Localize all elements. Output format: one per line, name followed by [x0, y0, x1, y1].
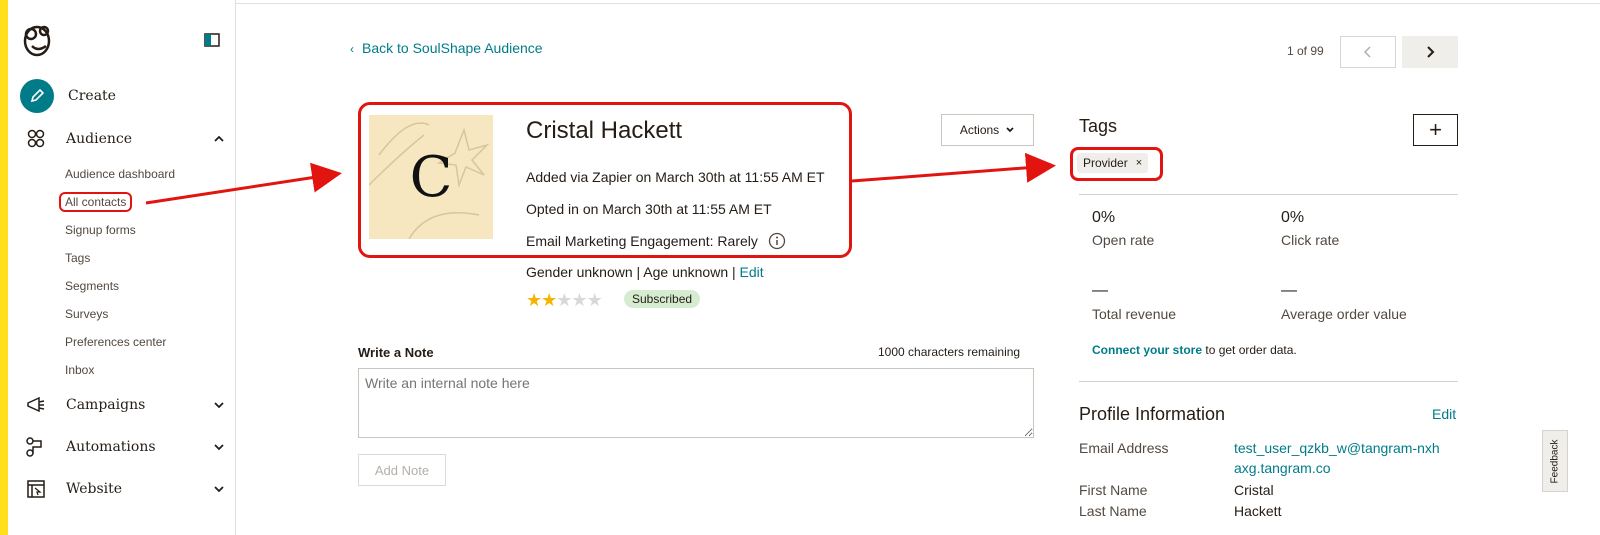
- remove-tag-icon[interactable]: ×: [1136, 157, 1142, 169]
- actions-dropdown-button[interactable]: Actions: [941, 114, 1034, 146]
- edit-demographics-link[interactable]: Edit: [740, 264, 764, 280]
- nav-audience[interactable]: Audience: [20, 124, 226, 154]
- nav-campaigns[interactable]: Campaigns: [20, 390, 226, 420]
- total-revenue-label: Total revenue: [1092, 306, 1177, 322]
- chevron-right-icon: [1427, 46, 1435, 58]
- average-order-label: Average order value: [1281, 306, 1407, 322]
- open-rate-label: Open rate: [1092, 232, 1155, 248]
- chevron-down-icon: [1006, 127, 1014, 133]
- info-icon[interactable]: [768, 232, 786, 250]
- first-name-value: Cristal: [1234, 482, 1274, 498]
- status-badge: Subscribed: [624, 290, 701, 308]
- note-label: Write a Note: [358, 345, 434, 360]
- nav-audience-label: Audience: [66, 131, 132, 147]
- arrow-to-tag: [851, 152, 1056, 183]
- demographics-row: Gender unknown | Age unknown | Edit: [526, 264, 764, 280]
- avatar: C: [369, 115, 493, 239]
- pager-count: 1 of 99: [1287, 44, 1324, 58]
- actions-label: Actions: [959, 123, 1000, 137]
- click-rate-value: 0%: [1281, 209, 1305, 226]
- engagement-text: Email Marketing Engagement: Rarely: [526, 233, 758, 249]
- first-name-label: First Name: [1079, 482, 1148, 498]
- tag-label: Provider: [1083, 156, 1128, 170]
- avatar-initial: C: [409, 144, 453, 210]
- chevron-down-icon[interactable]: [212, 440, 226, 454]
- note-char-count: 1000 characters remaining: [878, 345, 1021, 359]
- sidebar-item-segments[interactable]: Segments: [65, 279, 119, 293]
- nav-website[interactable]: Website: [20, 474, 226, 504]
- top-border: [100, 0, 1600, 4]
- chevron-left-icon: ‹: [350, 42, 354, 56]
- engagement-row: Email Marketing Engagement: Rarely: [526, 232, 786, 250]
- nav-website-label: Website: [66, 481, 123, 497]
- connect-store-row: Connect your store to get order data.: [1092, 343, 1297, 357]
- sidebar-toggle-icon[interactable]: [204, 33, 220, 47]
- click-rate-label: Click rate: [1281, 232, 1340, 248]
- note-textarea[interactable]: [358, 368, 1034, 438]
- next-contact-button[interactable]: [1402, 36, 1458, 68]
- sidebar-item-tags[interactable]: Tags: [65, 251, 90, 265]
- back-to-audience-link[interactable]: ‹ Back to SoulShape Audience: [350, 40, 543, 56]
- audience-icon: [20, 123, 52, 155]
- nav-create-label: Create: [68, 88, 116, 104]
- sidebar: Create Audience Audience dashboard All c…: [8, 0, 236, 535]
- average-order-value: —: [1281, 282, 1297, 299]
- demographics-text: Gender unknown | Age unknown |: [526, 264, 736, 280]
- divider: [1079, 194, 1458, 195]
- nav-campaigns-label: Campaigns: [66, 397, 146, 413]
- nav-automations[interactable]: Automations: [20, 432, 226, 462]
- chevron-left-icon: [1363, 46, 1371, 58]
- star-empty-icon: ★: [586, 290, 603, 310]
- back-link-label: Back to SoulShape Audience: [362, 40, 543, 56]
- pencil-icon: [20, 79, 54, 113]
- connect-store-text: to get order data.: [1205, 343, 1297, 357]
- email-label: Email Address: [1079, 440, 1169, 456]
- website-icon: [20, 473, 52, 505]
- star-filled-icon: ★: [526, 290, 542, 310]
- nav-create[interactable]: Create: [20, 79, 226, 113]
- sidebar-item-preferences-center[interactable]: Preferences center: [65, 335, 166, 349]
- divider: [1079, 381, 1458, 382]
- sidebar-item-audience-dashboard[interactable]: Audience dashboard: [65, 167, 175, 181]
- feedback-label: Feedback: [1549, 439, 1561, 483]
- sidebar-item-surveys[interactable]: Surveys: [65, 307, 108, 321]
- sidebar-item-signup-forms[interactable]: Signup forms: [65, 223, 136, 237]
- tag-chip[interactable]: Provider ×: [1077, 153, 1149, 173]
- contact-name: Cristal Hackett: [526, 117, 683, 144]
- email-value[interactable]: test_user_qzkb_w@tangram-nxhaxg.tangram.…: [1234, 438, 1444, 478]
- open-rate-value: 0%: [1092, 209, 1116, 226]
- star-empty-icon: ★: [556, 290, 572, 310]
- previous-contact-button[interactable]: [1340, 36, 1396, 68]
- megaphone-icon: [20, 389, 52, 421]
- profile-info-heading: Profile Information: [1079, 404, 1226, 424]
- nav-automations-label: Automations: [66, 439, 156, 455]
- add-tag-button[interactable]: +: [1413, 114, 1458, 146]
- feedback-tab[interactable]: Feedback: [1542, 430, 1568, 492]
- chevron-down-icon[interactable]: [212, 398, 226, 412]
- star-filled-icon: ★: [541, 290, 557, 310]
- total-revenue-value: —: [1092, 282, 1108, 299]
- chevron-down-icon[interactable]: [212, 482, 226, 496]
- chevron-up-icon[interactable]: [212, 132, 226, 146]
- sidebar-item-inbox[interactable]: Inbox: [65, 363, 94, 377]
- added-via-text: Added via Zapier on March 30th at 11:55 …: [526, 169, 825, 185]
- tags-heading: Tags: [1079, 116, 1118, 136]
- star-empty-icon: ★: [571, 290, 587, 310]
- brand-strip: [0, 0, 8, 535]
- contact-rating: ★★★★★: [526, 290, 603, 311]
- add-note-button[interactable]: Add Note: [358, 454, 446, 486]
- edit-profile-link[interactable]: Edit: [1432, 406, 1456, 422]
- mailchimp-logo-icon[interactable]: [20, 22, 54, 58]
- automations-icon: [20, 431, 52, 463]
- connect-store-link[interactable]: Connect your store: [1092, 343, 1202, 357]
- sidebar-item-all-contacts[interactable]: All contacts: [59, 192, 133, 212]
- opted-in-text: Opted in on March 30th at 11:55 AM ET: [526, 201, 772, 217]
- last-name-label: Last Name: [1079, 503, 1147, 519]
- last-name-value: Hackett: [1234, 503, 1282, 519]
